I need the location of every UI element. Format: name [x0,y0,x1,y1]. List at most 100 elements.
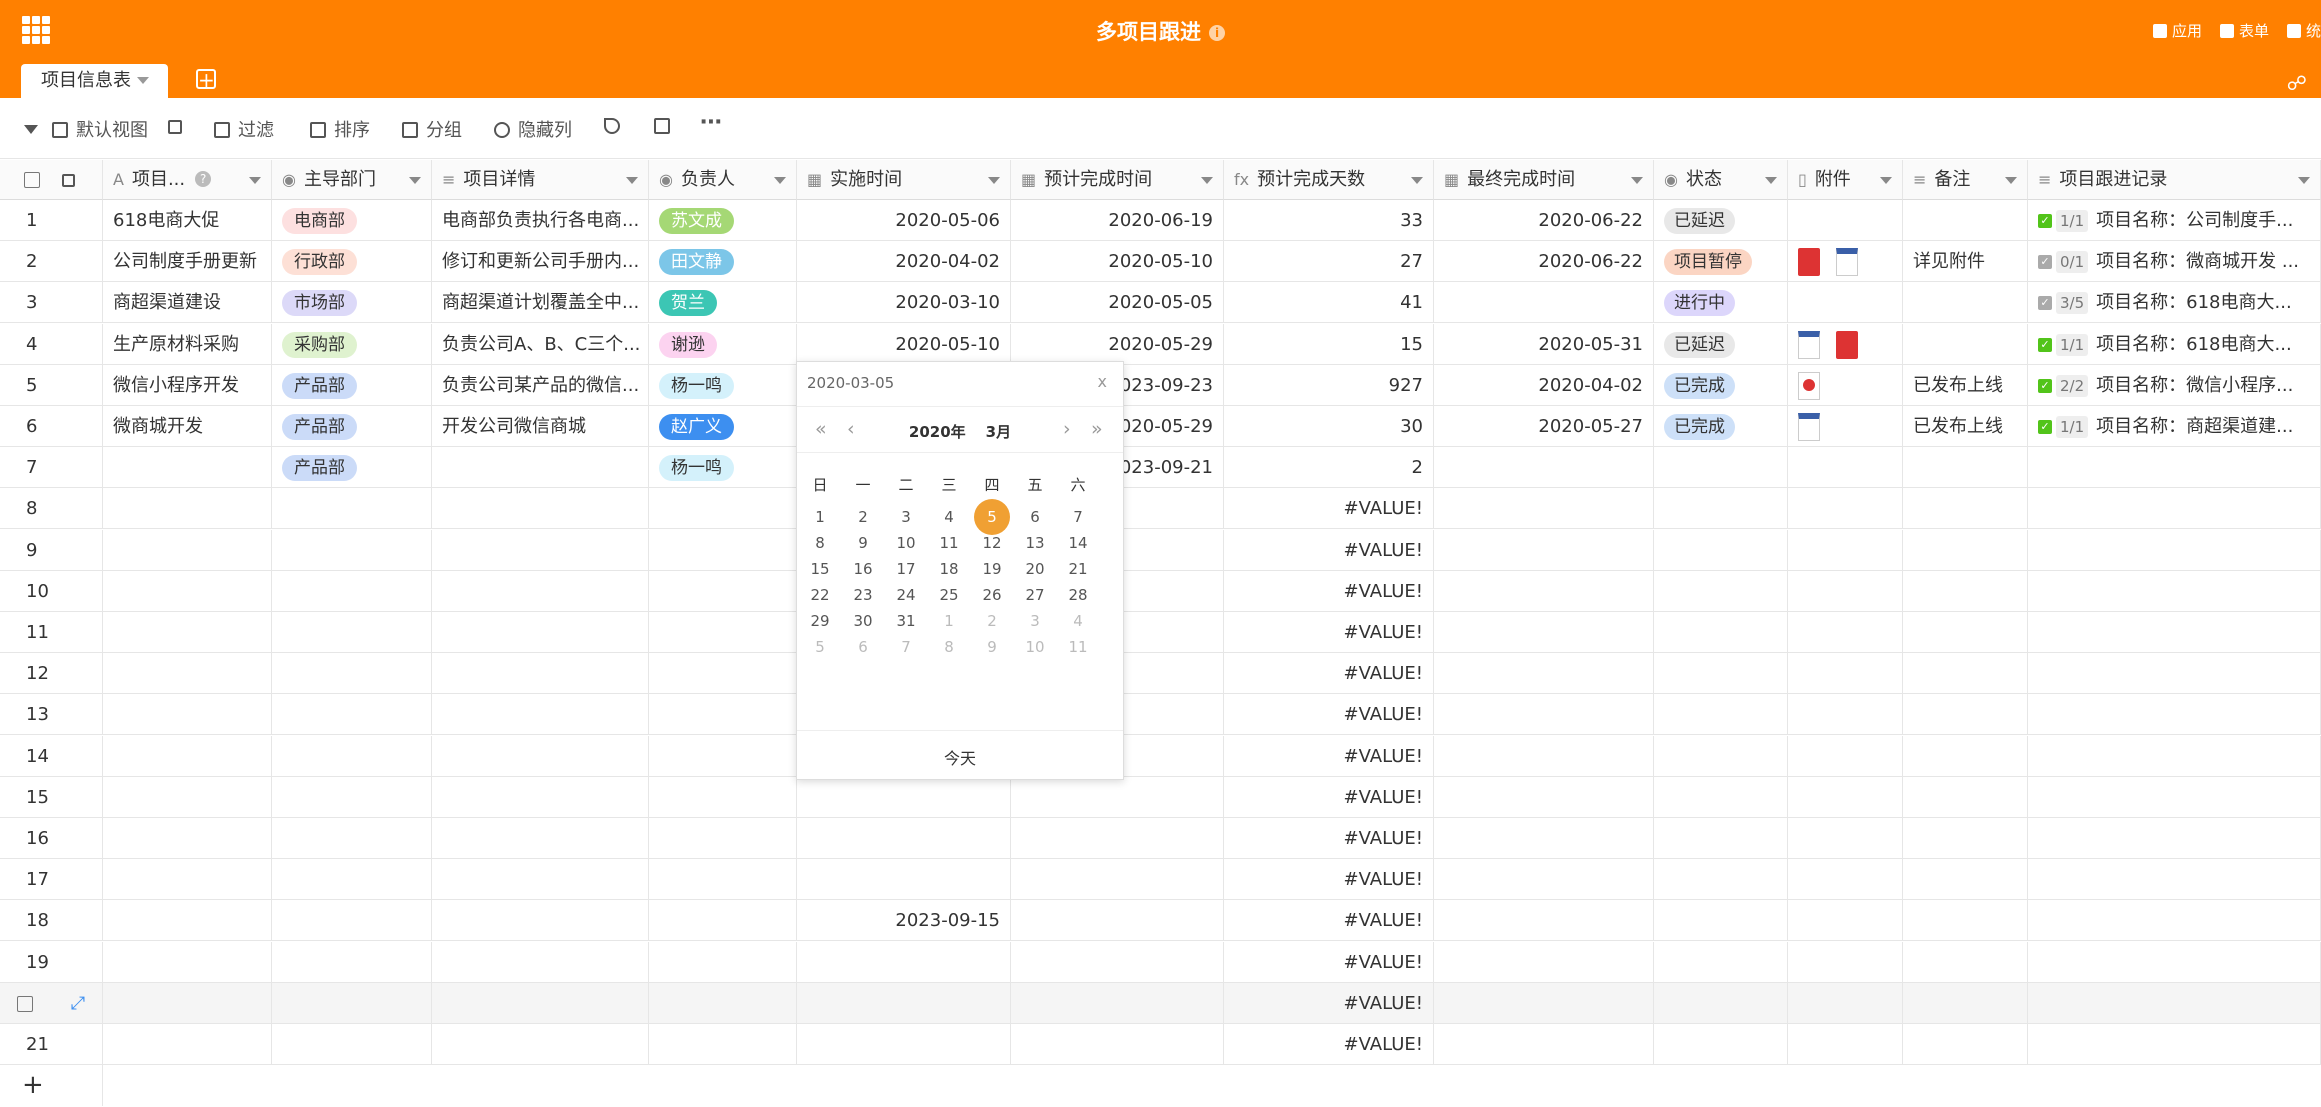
cell-days[interactable]: #VALUE! [1224,653,1434,695]
cell-note[interactable] [1903,859,2028,901]
cell-rec[interactable]: ✓ 2/2 项目名称：微信小程序... [2028,364,2321,406]
cell-status[interactable]: 项目暂停 [1654,241,1788,283]
next-month-button[interactable]: › [1063,418,1071,440]
next-year-button[interactable]: » [1091,418,1103,440]
cell-final[interactable] [1434,694,1654,736]
cell-note[interactable] [1903,447,2028,489]
cell-status[interactable]: 已延迟 [1654,200,1788,241]
column-header[interactable]: ≡ 项目跟进记录 [2028,160,2321,200]
cell-detail[interactable] [432,1024,649,1065]
cell-status[interactable] [1654,694,1788,736]
cell-owner[interactable] [649,818,797,859]
cell-detail[interactable] [432,941,649,983]
cell-dept[interactable]: 产品部 [272,364,432,406]
cell-name[interactable]: 微信小程序开发 [103,364,272,406]
cell-status[interactable] [1654,1024,1788,1065]
cell-days[interactable]: 927 [1224,364,1434,406]
cell-detail[interactable] [432,447,649,489]
cell-days[interactable]: #VALUE! [1224,818,1434,859]
cell-note[interactable]: 详见附件 [1903,241,2028,283]
cell-plan[interactable]: 2020-05-10 [1011,241,1224,283]
column-header[interactable]: ▯ 附件 [1788,160,1903,200]
cell-note[interactable] [1903,735,2028,777]
cell-final[interactable]: 2020-04-02 [1434,364,1654,406]
cell-owner[interactable] [649,776,797,818]
cell-rec[interactable] [2028,818,2321,859]
cell-rec[interactable] [2028,570,2321,612]
cell-status[interactable] [1654,735,1788,777]
cell-rec[interactable]: ✓ 0/1 项目名称：微商城开发 ... [2028,241,2321,283]
cell-name[interactable] [103,570,272,612]
column-header[interactable]: ◉ 负责人 [649,160,797,200]
cell-note[interactable] [1903,1024,2028,1065]
cell-status[interactable] [1654,447,1788,489]
cell-dept[interactable] [272,818,432,859]
cell-note[interactable] [1903,694,2028,736]
chevron-down-icon[interactable] [988,177,1000,184]
sort-button[interactable]: 排序 [310,116,370,142]
close-icon[interactable]: x [1098,372,1107,391]
cell-name[interactable] [103,776,272,818]
cell-plan[interactable] [1011,941,1224,983]
cell-dept[interactable] [272,982,432,1024]
cell-status[interactable]: 已延迟 [1654,323,1788,365]
tab-project-info[interactable]: 项目信息表 [21,64,168,98]
chevron-down-icon[interactable] [1201,177,1213,184]
add-tab-button[interactable]: + [196,69,216,90]
cell-attach[interactable] [1788,323,1903,365]
cell-plan[interactable]: 2020-06-19 [1011,200,1224,241]
cell-attach[interactable] [1788,735,1903,777]
chevron-down-icon[interactable] [137,77,149,84]
cell-final[interactable] [1434,982,1654,1024]
cell-status[interactable]: 已完成 [1654,406,1788,447]
cell-rec[interactable] [2028,653,2321,695]
cell-detail[interactable]: 修订和更新公司手册内... [432,241,649,283]
cell-owner[interactable] [649,694,797,736]
cell-plan[interactable] [1011,900,1224,942]
cell-owner[interactable] [649,1024,797,1065]
pdf-file-icon[interactable] [1798,248,1820,277]
cell-detail[interactable] [432,818,649,859]
cell-start[interactable] [797,1024,1011,1065]
cell-status[interactable] [1654,653,1788,695]
cell-status[interactable] [1654,776,1788,818]
calendar-day[interactable]: 10 [1015,630,1055,664]
cell-name[interactable] [103,941,272,983]
row-height-button[interactable] [654,116,678,137]
column-header[interactable]: A 项目...? [103,160,272,200]
calendar-day[interactable]: 5 [800,630,840,664]
cell-dept[interactable] [272,900,432,942]
cell-start[interactable]: 2020-05-10 [797,323,1011,365]
cell-dept[interactable] [272,529,432,571]
chevron-down-icon[interactable] [626,177,638,184]
cell-plan[interactable] [1011,982,1224,1024]
cell-name[interactable]: 生产原材料采购 [103,323,272,365]
cell-days[interactable]: 30 [1224,406,1434,447]
cell-dept[interactable] [272,488,432,530]
column-header[interactable]: ▦ 最终完成时间 [1434,160,1654,200]
cell-name[interactable] [103,982,272,1024]
chevron-down-icon[interactable] [2298,177,2310,184]
cell-note[interactable] [1903,982,2028,1024]
cell-days[interactable]: #VALUE! [1224,900,1434,942]
cell-start[interactable]: 2020-03-10 [797,282,1011,324]
cell-attach[interactable] [1788,776,1903,818]
cell-name[interactable]: 微商城开发 [103,406,272,447]
cell-attach[interactable] [1788,406,1903,447]
chevron-down-icon[interactable] [1631,177,1643,184]
doc-file-icon[interactable] [1798,413,1820,441]
chevron-down-icon[interactable] [1411,177,1423,184]
cell-days[interactable]: #VALUE! [1224,570,1434,612]
cell-status[interactable] [1654,612,1788,653]
doc-file-icon[interactable] [1836,248,1858,277]
cell-detail[interactable] [432,694,649,736]
cell-dept[interactable] [272,612,432,653]
cell-plan[interactable] [1011,859,1224,901]
cell-owner[interactable]: 苏文成 [649,200,797,241]
cell-plan[interactable] [1011,818,1224,859]
cell-name[interactable]: 商超渠道建设 [103,282,272,324]
cell-attach[interactable] [1788,488,1903,530]
cell-owner[interactable]: 赵广义 [649,406,797,447]
chevron-down-icon[interactable] [774,177,786,184]
cell-dept[interactable] [272,859,432,901]
